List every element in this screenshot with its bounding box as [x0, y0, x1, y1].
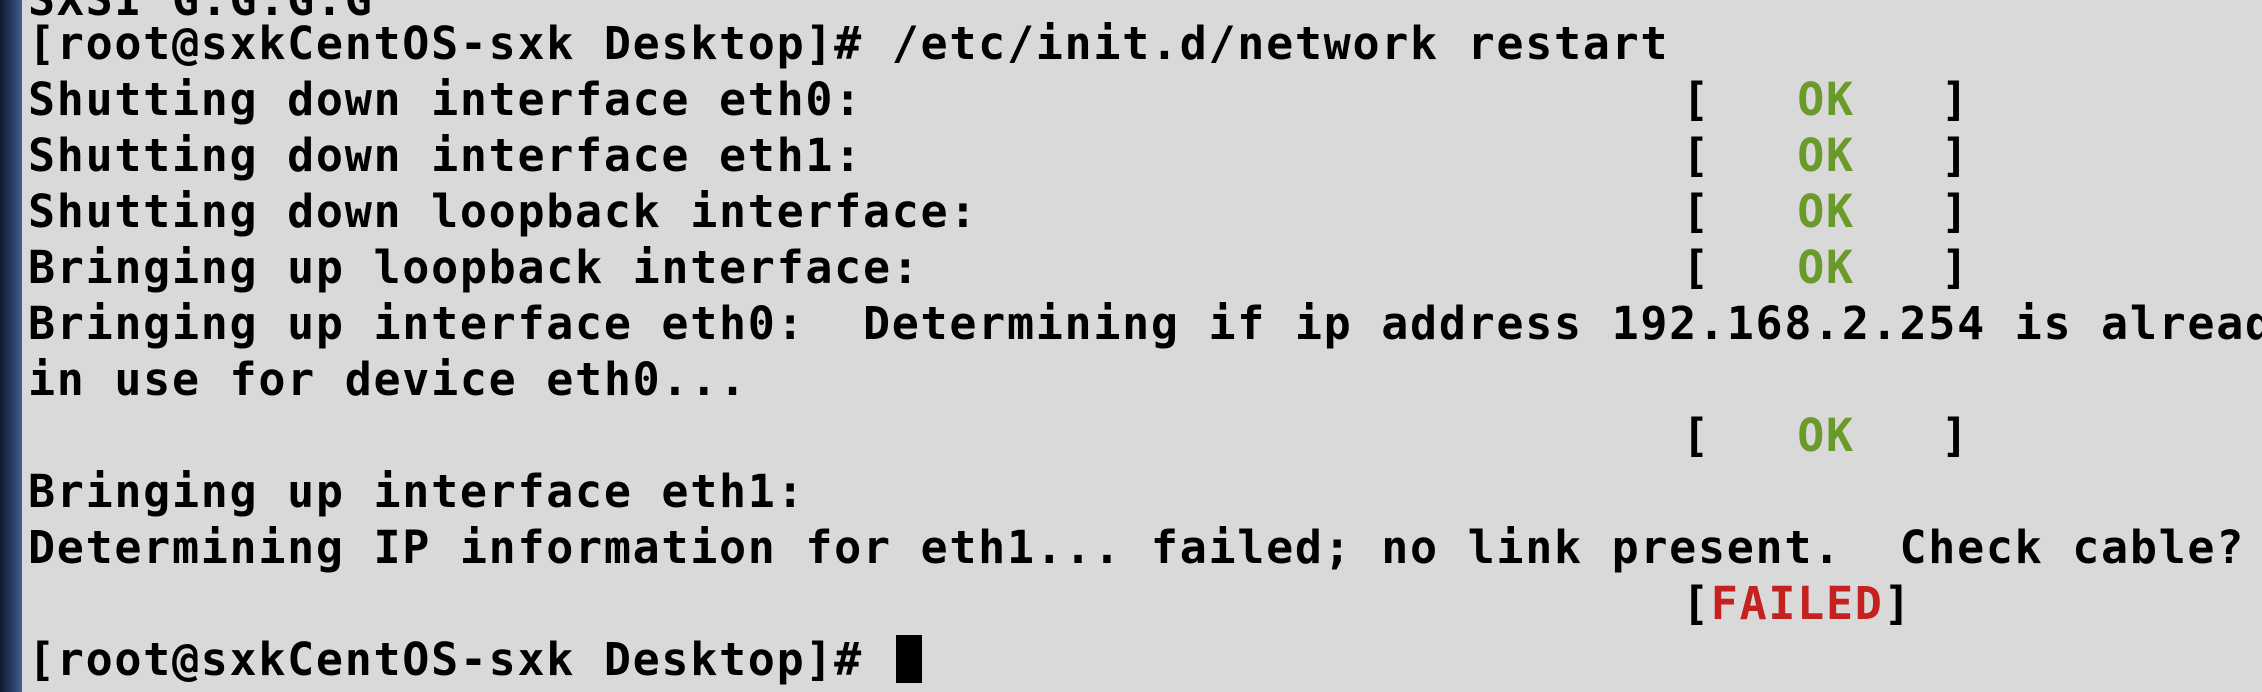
- status-bracket-open: [: [1682, 409, 1711, 462]
- status-bracket-close: ]: [1941, 409, 1970, 462]
- terminal-line: Shutting down interface eth0:: [28, 73, 863, 126]
- text-cursor: [895, 635, 922, 683]
- status-ok-label: OK: [1797, 241, 1855, 294]
- terminal-line: Bringing up interface eth0: Determining …: [28, 297, 2262, 350]
- status-ok-eth1-down: [ OK ]: [1682, 128, 1970, 184]
- status-bracket-close: ]: [1941, 241, 1970, 294]
- status-bracket-open: [: [1682, 129, 1711, 182]
- terminal-line: Shutting down loopback interface:: [28, 185, 979, 238]
- status-bracket-open: [: [1682, 185, 1711, 238]
- status-ok-eth0-up: [ OK ]: [1682, 408, 1970, 464]
- status-bracket-close: ]: [1941, 129, 1970, 182]
- terminal-line: Determining IP information for eth1... f…: [28, 521, 2246, 574]
- status-failed-label: FAILED: [1710, 577, 1884, 630]
- status-ok-loopback-down: [ OK ]: [1682, 184, 1970, 240]
- status-ok-label: OK: [1797, 73, 1855, 126]
- status-ok-label: OK: [1797, 185, 1855, 238]
- status-failed-eth1-up: [FAILED]: [1682, 576, 1912, 632]
- status-bracket-open: [: [1682, 577, 1711, 630]
- status-bracket-open: [: [1682, 73, 1711, 126]
- desktop-background-edge: [0, 0, 22, 692]
- status-bracket-close: ]: [1941, 185, 1970, 238]
- status-ok-eth0-down: [ OK ]: [1682, 72, 1970, 128]
- terminal-line: in use for device eth0...: [28, 353, 748, 406]
- status-bracket-open: [: [1682, 241, 1711, 294]
- terminal-window[interactable]: SXSI G.G.G.G [root@sxkCentOS-sxk Desktop…: [22, 0, 2262, 692]
- status-ok-loopback-up: [ OK ]: [1682, 240, 1970, 296]
- shell-prompt: [root@sxkCentOS-sxk Desktop]#: [28, 633, 863, 686]
- status-ok-label: OK: [1797, 409, 1855, 462]
- status-ok-label: OK: [1797, 129, 1855, 182]
- status-bracket-close: ]: [1941, 73, 1970, 126]
- status-bracket-close: ]: [1883, 577, 1913, 630]
- terminal-prompt-line[interactable]: [root@sxkCentOS-sxk Desktop]#: [28, 632, 922, 688]
- terminal-line: Bringing up interface eth1:: [28, 465, 806, 518]
- terminal-line: Bringing up loopback interface:: [28, 241, 921, 294]
- terminal-line: Shutting down interface eth1:: [28, 129, 863, 182]
- terminal-line-command: [root@sxkCentOS-sxk Desktop]# /etc/init.…: [28, 17, 1670, 70]
